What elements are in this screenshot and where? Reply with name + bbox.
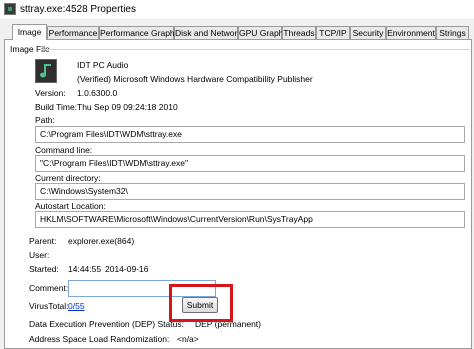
tab-gpu-graph[interactable]: GPU Graph xyxy=(238,26,283,39)
highlight-box xyxy=(169,284,233,322)
version-value: 1.0.6300.0 xyxy=(77,88,118,98)
music-note-icon xyxy=(35,59,57,83)
tab-strings[interactable]: Strings xyxy=(436,26,469,39)
path-label: Path: xyxy=(35,115,55,125)
tab-image[interactable]: Image xyxy=(12,24,47,40)
image-tab-page: Image File IDT PC Audio (Verified) Micro… xyxy=(4,39,472,349)
build-time-value: Thu Sep 09 09:24:18 2010 xyxy=(77,102,178,112)
started-date: 2014-09-16 xyxy=(105,264,149,274)
aslr-value: <n/a> xyxy=(177,334,199,344)
tab-threads[interactable]: Threads xyxy=(282,26,316,39)
started-label: Started: xyxy=(29,264,59,274)
parent-value: explorer.exe(864) xyxy=(68,236,135,246)
autostart-field[interactable]: HKLM\SOFTWARE\Microsoft\Windows\CurrentV… xyxy=(35,211,465,228)
tab-tcp-ip[interactable]: TCP/IP xyxy=(316,26,350,39)
virustotal-label: VirusTotal: xyxy=(29,301,69,311)
window-title: sttray.exe:4528 Properties xyxy=(20,4,136,15)
comment-label: Comment: xyxy=(29,283,69,293)
started-time: 14:44:55 xyxy=(68,264,102,274)
virustotal-link[interactable]: 0/55 xyxy=(68,301,85,311)
title-bar: sttray.exe:4528 Properties xyxy=(0,0,474,20)
verified-publisher: (Verified) Microsoft Windows Hardware Co… xyxy=(77,74,313,84)
dep-label: Data Execution Prevention (DEP) Status: xyxy=(29,319,184,329)
tab-performance[interactable]: Performance xyxy=(47,26,99,39)
command-line-label: Command line: xyxy=(35,145,93,155)
aslr-label: Address Space Load Randomization: xyxy=(29,334,170,344)
app-icon xyxy=(4,3,16,15)
current-directory-field[interactable]: C:\Windows\System32\ xyxy=(35,183,465,200)
command-line-field[interactable]: "C:\Program Files\IDT\WDM\sttray.exe" xyxy=(35,155,465,172)
version-label: Version: xyxy=(35,88,66,98)
user-label: User: xyxy=(29,250,50,260)
tab-security[interactable]: Security xyxy=(350,26,386,39)
file-description: IDT PC Audio xyxy=(77,60,129,70)
current-directory-label: Current directory: xyxy=(35,173,101,183)
path-field[interactable]: C:\Program Files\IDT\WDM\sttray.exe xyxy=(35,126,465,143)
tab-environment[interactable]: Environment xyxy=(386,26,436,39)
build-time-label: Build Time: xyxy=(35,102,78,112)
tab-disk-and-network[interactable]: Disk and Network xyxy=(174,26,242,39)
parent-label: Parent: xyxy=(29,236,57,246)
autostart-label: Autostart Location: xyxy=(35,201,106,211)
group-divider xyxy=(40,49,470,50)
tab-performance-graph[interactable]: Performance Graph xyxy=(99,26,175,39)
